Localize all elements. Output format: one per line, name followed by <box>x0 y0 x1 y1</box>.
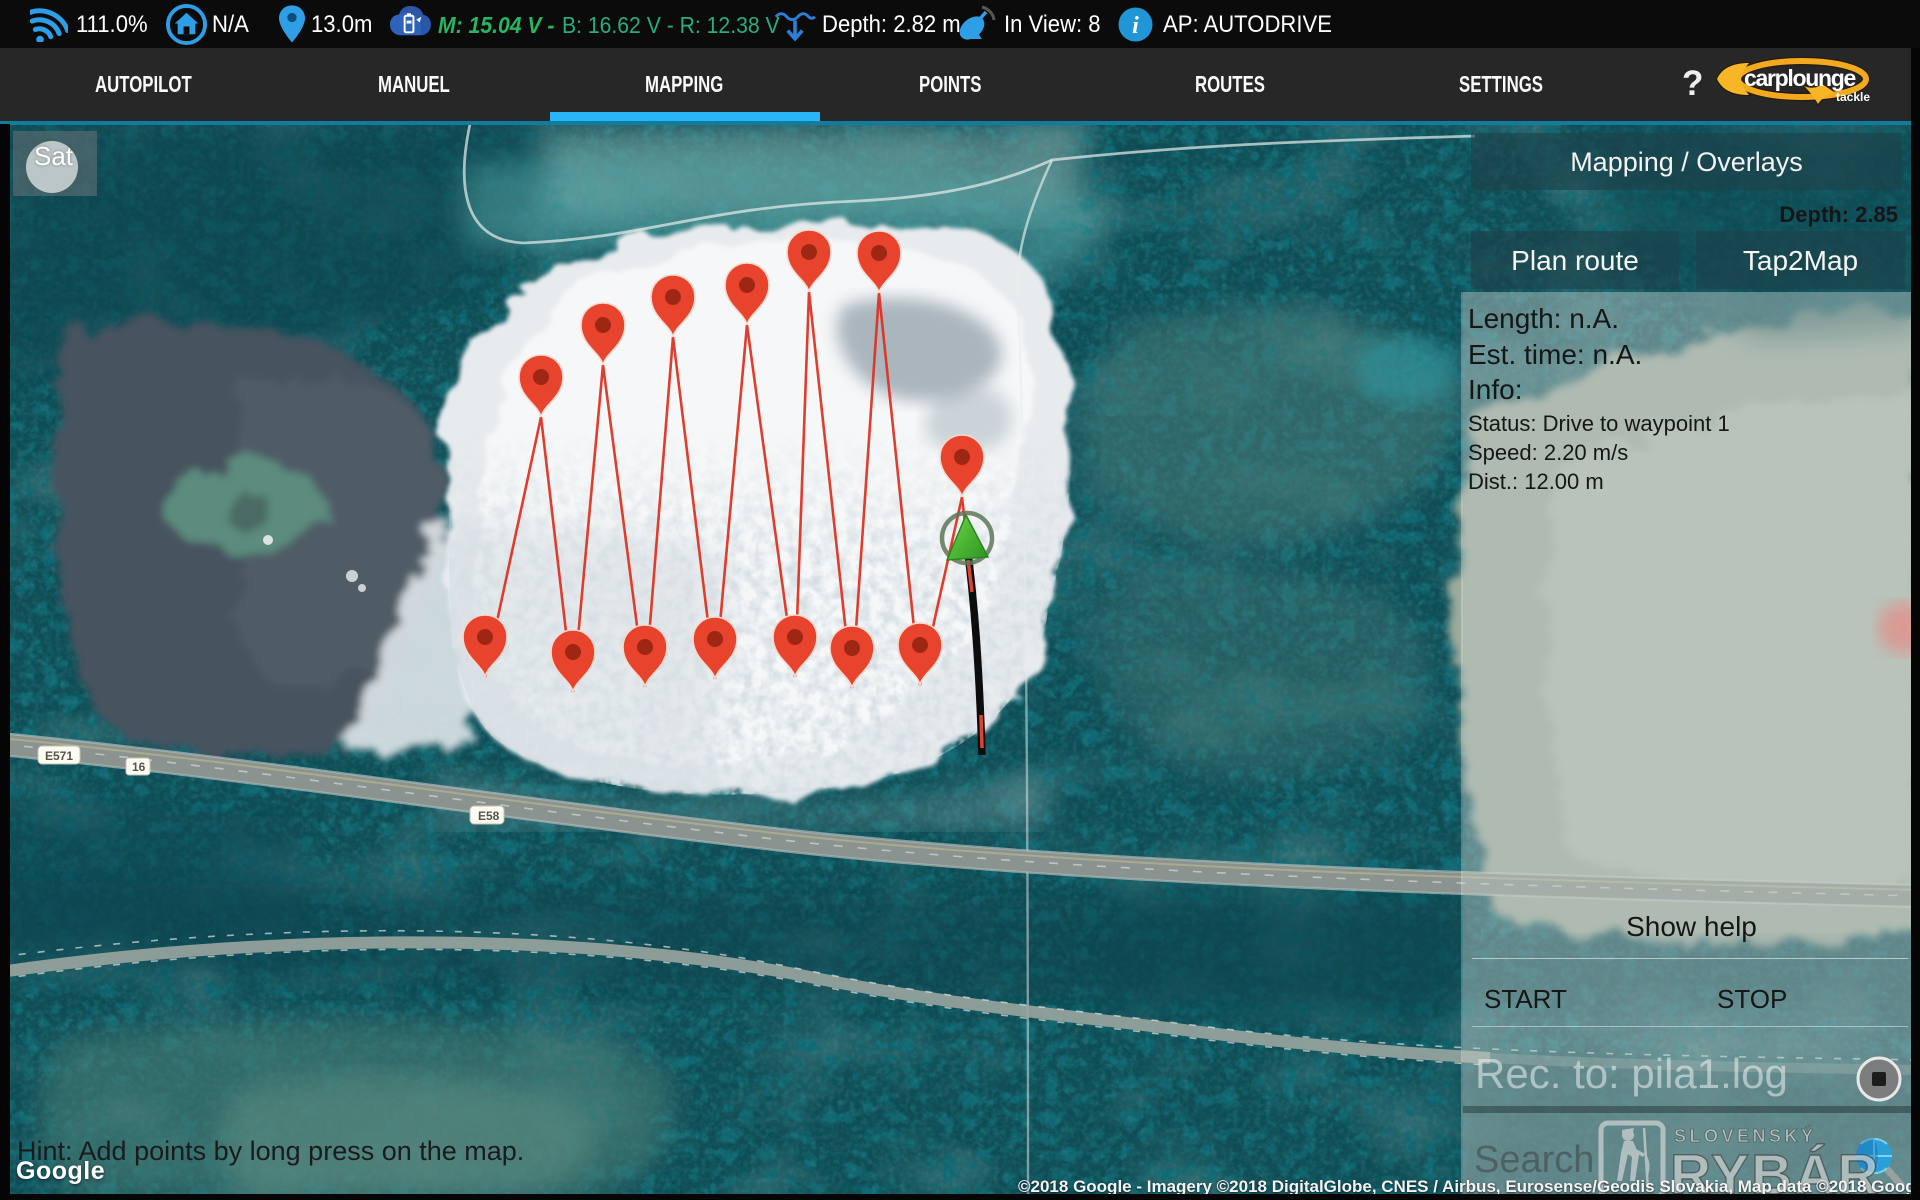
svg-text:tackle: tackle <box>1836 90 1870 104</box>
svg-text:E571: E571 <box>45 749 73 763</box>
svg-text:i: i <box>1132 13 1139 39</box>
svg-text:carplounge: carplounge <box>1744 65 1855 91</box>
svg-text:E58: E58 <box>478 809 500 823</box>
svg-text:16: 16 <box>132 760 146 774</box>
